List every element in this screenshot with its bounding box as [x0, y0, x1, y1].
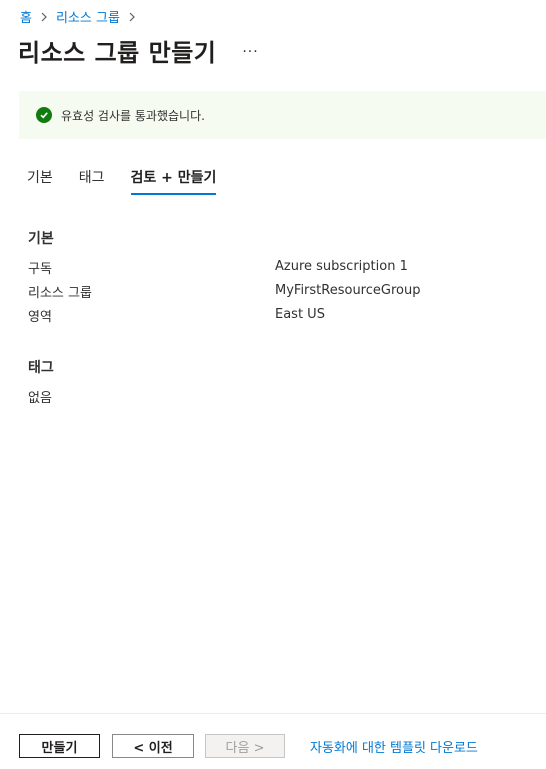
page-title: 리소스 그룹 만들기	[18, 39, 217, 67]
more-options-button[interactable]: ···	[242, 44, 258, 60]
success-check-icon	[36, 107, 52, 123]
tab-bar: 기본 태그 검토 + 만들기	[27, 167, 242, 195]
previous-button[interactable]: < 이전	[112, 734, 194, 758]
tab-review-create[interactable]: 검토 + 만들기	[130, 167, 216, 195]
create-resource-group-page: 홈 리소스 그룹 리소스 그룹 만들기 ··· 유효성 검사를 통과했습니다. …	[0, 0, 546, 769]
breadcrumb: 홈 리소스 그룹	[20, 7, 144, 26]
tags-section-heading: 태그	[28, 360, 54, 376]
chevron-right-icon	[128, 12, 136, 22]
subscription-label: 구독	[28, 262, 52, 277]
resource-group-value: MyFirstResourceGroup	[275, 283, 421, 298]
create-button[interactable]: 만들기	[19, 734, 100, 758]
basics-section-heading: 기본	[28, 231, 54, 247]
tab-basics[interactable]: 기본	[27, 167, 53, 193]
title-row: 리소스 그룹 만들기 ···	[18, 33, 259, 68]
subscription-value: Azure subscription 1	[275, 259, 408, 274]
tags-empty-text: 없음	[28, 391, 52, 406]
validation-message: 유효성 검사를 통과했습니다.	[61, 108, 205, 123]
region-value: East US	[275, 307, 325, 322]
next-button[interactable]: 다음 >	[205, 734, 285, 758]
chevron-right-icon	[40, 12, 48, 22]
footer-divider	[0, 713, 546, 714]
download-template-link[interactable]: 자동화에 대한 템플릿 다운로드	[310, 737, 478, 756]
resource-group-label: 리소스 그룹	[28, 286, 92, 301]
breadcrumb-home-link[interactable]: 홈	[20, 7, 32, 26]
validation-banner: 유효성 검사를 통과했습니다.	[19, 91, 546, 139]
breadcrumb-resource-groups-link[interactable]: 리소스 그룹	[56, 7, 120, 26]
region-label: 영역	[28, 310, 52, 325]
tab-tags[interactable]: 태그	[79, 167, 105, 193]
